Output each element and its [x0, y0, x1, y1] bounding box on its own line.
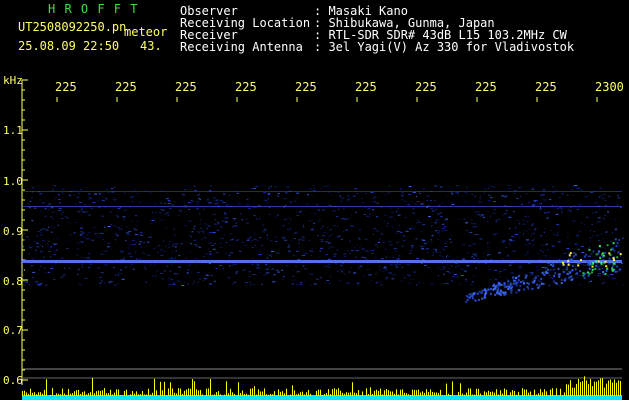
- carrier-line: [22, 260, 622, 263]
- secondary-line: [22, 206, 622, 207]
- spectrogram: [21, 79, 625, 400]
- meteor-echo: [465, 238, 622, 303]
- tick-marks: [21, 79, 598, 385]
- signal-level-bars: [22, 376, 622, 400]
- upper-line: [22, 191, 622, 192]
- noise-field: [22, 185, 625, 286]
